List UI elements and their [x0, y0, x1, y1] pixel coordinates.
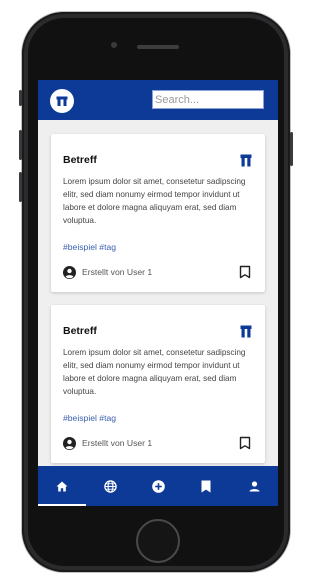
nav-bookmarks[interactable] — [182, 466, 230, 506]
earpiece-speaker — [137, 45, 179, 49]
mute-switch — [19, 90, 22, 106]
app-header — [38, 80, 278, 120]
bookmark-button[interactable] — [239, 436, 251, 450]
brand-logo-icon — [56, 96, 68, 106]
brand-logo-icon — [240, 154, 252, 172]
nav-explore[interactable] — [86, 466, 134, 506]
add-circle-icon — [151, 479, 165, 493]
post-card[interactable]: Betreff Lorem ipsum dolor sit amet, cons… — [51, 134, 265, 292]
bookmark-button[interactable] — [239, 265, 251, 279]
volume-down-button — [19, 172, 22, 202]
volume-up-button — [19, 130, 22, 160]
user-avatar-icon — [63, 265, 76, 279]
post-author: Erstellt von User 1 — [63, 265, 152, 279]
person-icon — [249, 480, 259, 491]
bookmark-icon — [201, 480, 211, 492]
home-icon — [56, 481, 68, 491]
post-title: Betreff — [63, 325, 97, 337]
post-body: Lorem ipsum dolor sit amet, consetetur s… — [63, 348, 246, 396]
nav-home[interactable] — [38, 466, 86, 506]
bookmark-outline-icon — [239, 265, 251, 279]
post-body: Lorem ipsum dolor sit amet, consetetur s… — [63, 177, 246, 225]
search-input[interactable] — [152, 90, 264, 109]
post-tags[interactable]: #beispiel #tag — [63, 413, 116, 423]
post-author: Erstellt von User 1 — [63, 436, 152, 450]
post-card[interactable]: Betreff Lorem ipsum dolor sit amet, cons… — [51, 305, 265, 463]
nav-profile[interactable] — [230, 466, 278, 506]
app-screen: Betreff Lorem ipsum dolor sit amet, cons… — [38, 80, 278, 506]
power-button — [290, 132, 293, 166]
home-button[interactable] — [136, 519, 180, 563]
app-logo[interactable] — [50, 89, 74, 113]
post-author-label: Erstellt von User 1 — [82, 267, 153, 277]
bookmark-outline-icon — [239, 436, 251, 450]
nav-add[interactable] — [134, 466, 182, 506]
post-title: Betreff — [63, 154, 97, 166]
front-camera — [111, 42, 117, 48]
user-avatar-icon — [63, 436, 76, 450]
post-author-label: Erstellt von User 1 — [82, 438, 153, 448]
brand-logo-icon — [240, 325, 252, 343]
bottom-navigation — [38, 466, 278, 506]
globe-icon — [103, 479, 117, 493]
post-tags[interactable]: #beispiel #tag — [63, 242, 116, 252]
